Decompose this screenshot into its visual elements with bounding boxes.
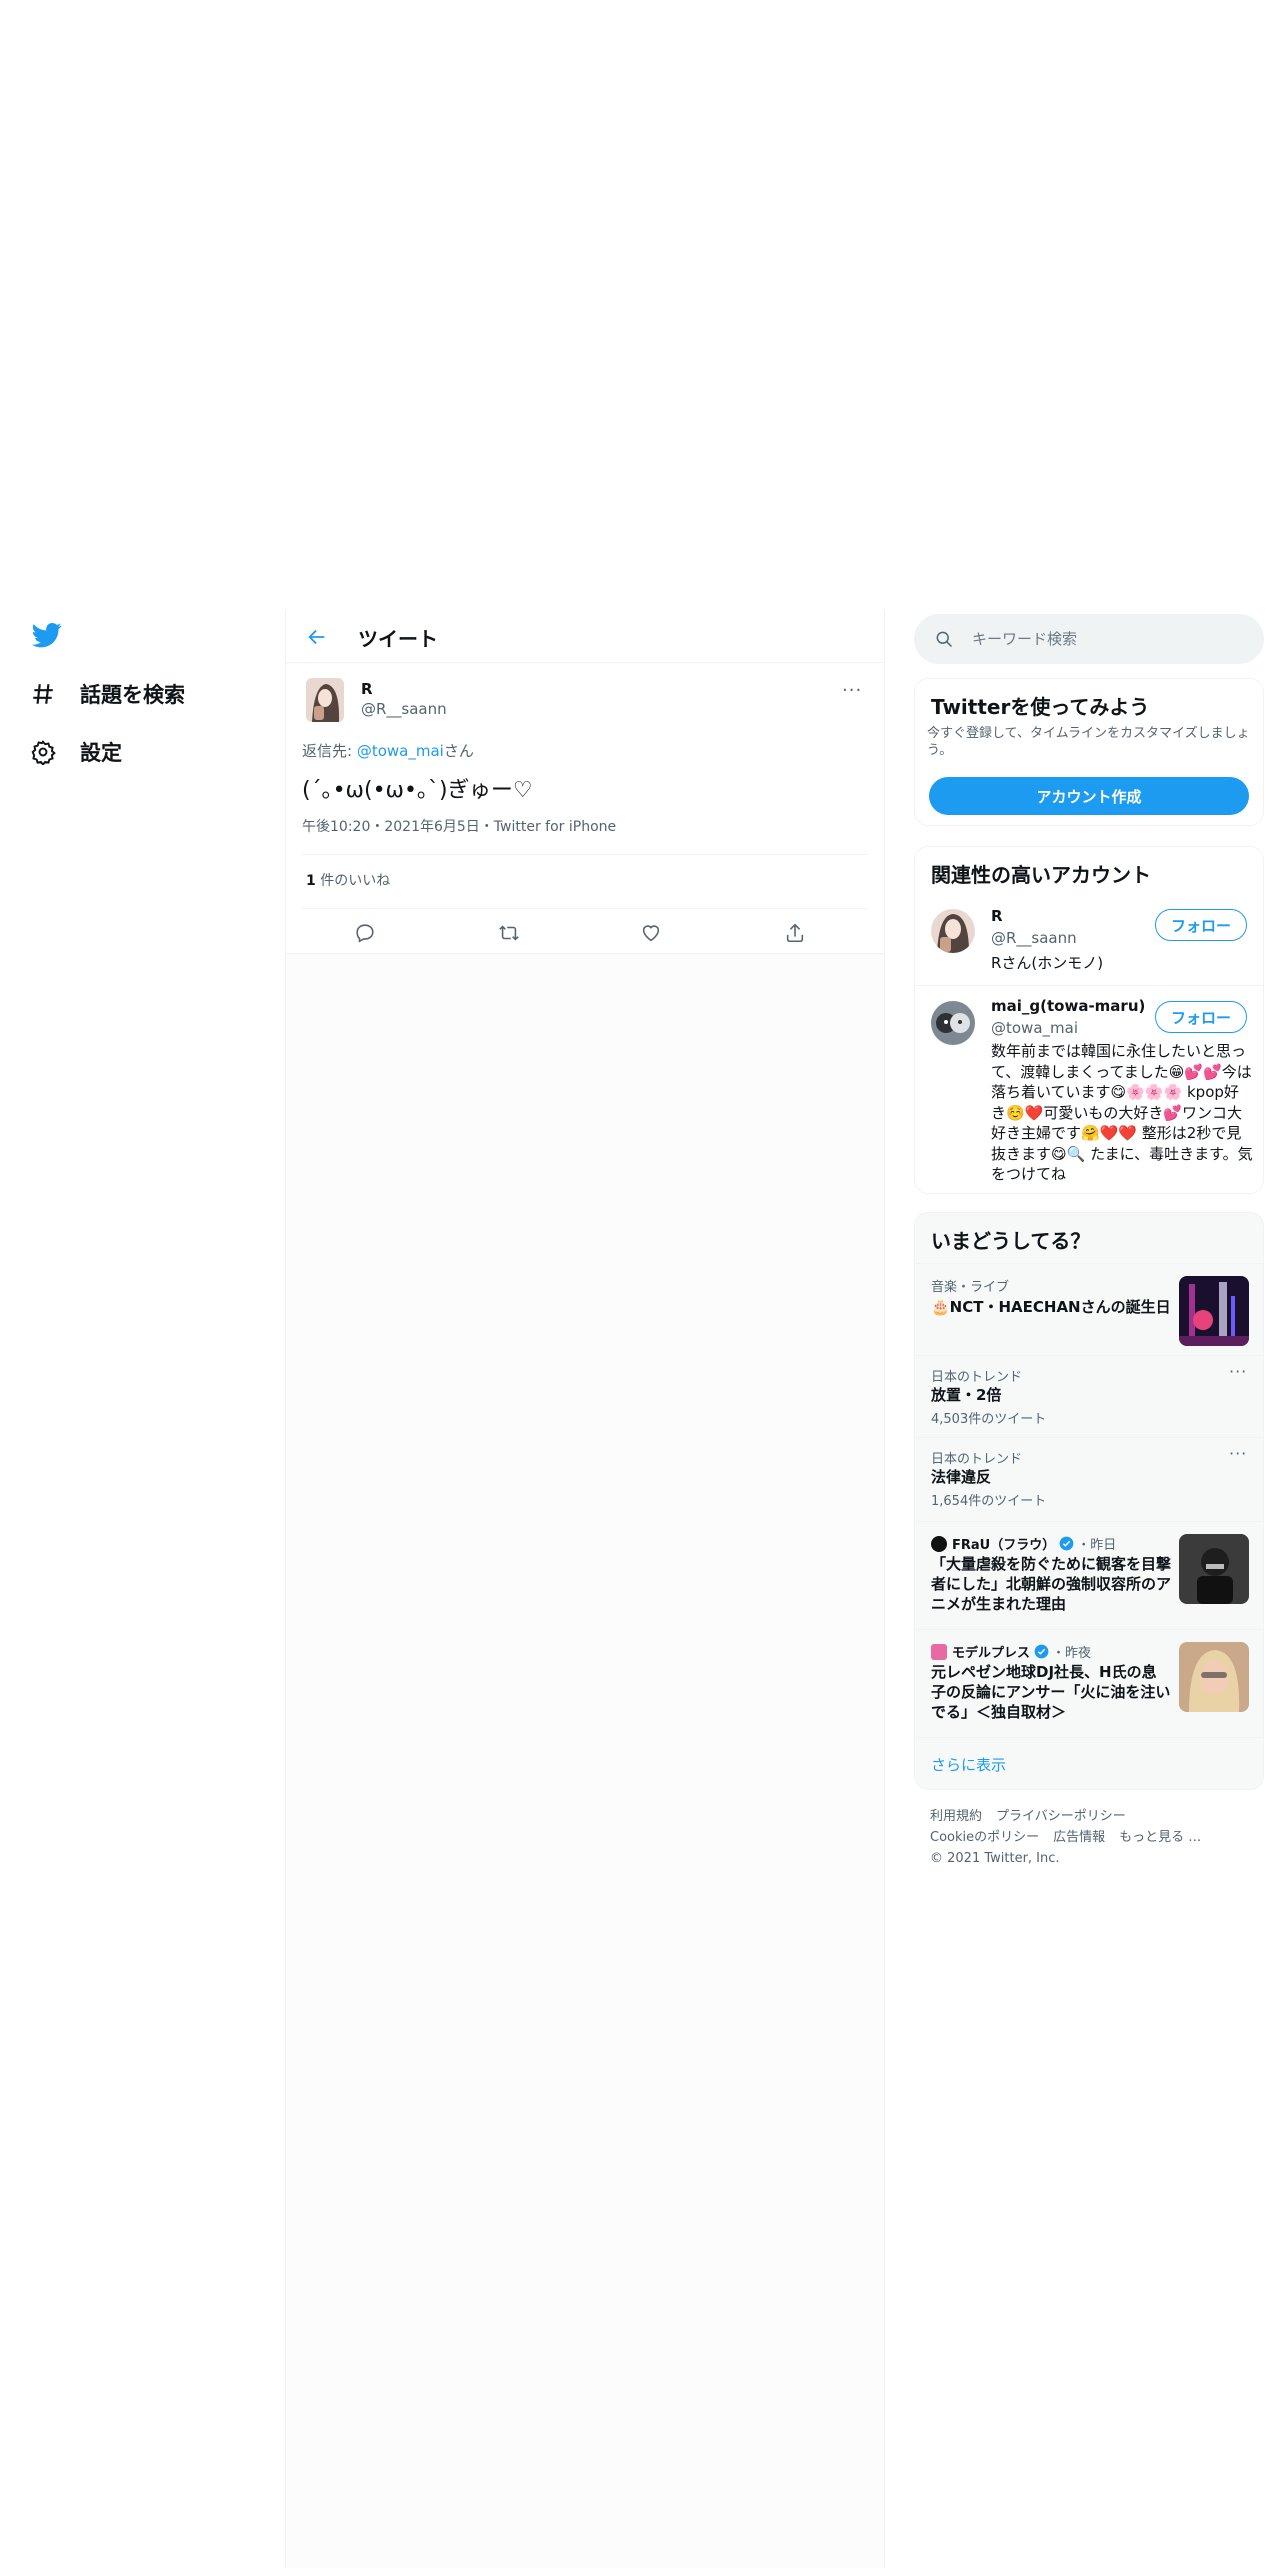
search-bar[interactable] bbox=[914, 614, 1264, 664]
trend-category: 音楽・ライブ bbox=[931, 1280, 1010, 1295]
account-handle[interactable]: @towa_mai bbox=[991, 1019, 1078, 1037]
footer-copyright: © 2021 Twitter, Inc. bbox=[930, 1851, 1060, 1866]
avatar[interactable] bbox=[931, 1001, 975, 1045]
news-image bbox=[1179, 1642, 1249, 1712]
account-item[interactable]: mai_g(towa-maru) @towa_mai 数年前までは韓国に永住した… bbox=[915, 987, 1263, 1193]
footer-link-more[interactable]: もっと見る … bbox=[1119, 1830, 1201, 1845]
source-logo-icon bbox=[931, 1535, 947, 1552]
footer-row: 利用規約 プライバシーポリシー bbox=[930, 1806, 1215, 1827]
news-image bbox=[1179, 1534, 1249, 1604]
source-name: FRaU（フラウ） bbox=[952, 1538, 1056, 1553]
retweet-icon[interactable] bbox=[496, 920, 522, 946]
footer-link-cookies[interactable]: Cookieのポリシー bbox=[930, 1830, 1039, 1845]
footer-link-terms[interactable]: 利用規約 bbox=[930, 1809, 982, 1824]
nav-explore[interactable]: 話題を検索 bbox=[30, 674, 185, 714]
twitter-logo-icon[interactable] bbox=[30, 620, 64, 650]
main-column: ツイート R @R__saann ··· 返信先: @towa_maiさん (´… bbox=[286, 610, 884, 2568]
account-name[interactable]: R bbox=[991, 907, 1003, 925]
footer-link-privacy[interactable]: プライバシーポリシー bbox=[996, 1809, 1126, 1824]
divider bbox=[915, 985, 1263, 986]
nav-settings-label: 設定 bbox=[80, 741, 122, 765]
more-options-icon[interactable]: ··· bbox=[842, 680, 862, 701]
create-account-button[interactable]: アカウント作成 bbox=[929, 777, 1249, 815]
news-item[interactable]: FRaU（フラウ） ・昨日 「大量虐殺を防ぐために観客を目撃者にした」北朝鮮の強… bbox=[915, 1521, 1263, 1629]
signup-title: Twitterを使ってみよう bbox=[931, 695, 1150, 719]
trend-item[interactable]: 日本のトレンド 法律違反 1,654件のツイート ··· bbox=[915, 1437, 1263, 1521]
search-icon bbox=[934, 629, 954, 649]
account-bio: Rさん(ホンモノ) bbox=[991, 954, 1104, 972]
news-source: FRaU（フラウ） ・昨日 bbox=[931, 1534, 1116, 1553]
like-heart-icon[interactable] bbox=[638, 920, 664, 946]
trend-item[interactable]: 日本のトレンド 放置・2倍 4,503件のツイート ··· bbox=[915, 1355, 1263, 1437]
share-icon[interactable] bbox=[782, 920, 808, 946]
reply-icon[interactable] bbox=[352, 920, 378, 946]
news-source: モデルプレス ・昨夜 bbox=[931, 1642, 1091, 1661]
trend-count: 4,503件のツイート bbox=[931, 1412, 1047, 1427]
likes-number: 1 bbox=[306, 873, 316, 889]
tweet-detail: R @R__saann ··· 返信先: @towa_maiさん (´｡•ω(•… bbox=[286, 664, 884, 954]
trends-card: いまどうしてる？ 音楽・ライブ 🎂NCT・HAECHANさんの誕生日 日本のトレ… bbox=[914, 1212, 1264, 1790]
signup-description: 今すぐ登録して、タイムラインをカスタマイズしましょう。 bbox=[927, 726, 1250, 758]
reply-suffix: さん bbox=[443, 742, 474, 760]
divider bbox=[302, 854, 868, 855]
trends-title: いまどうしてる？ bbox=[931, 1229, 1091, 1253]
account-handle[interactable]: @R__saann bbox=[991, 929, 1077, 947]
more-options-icon[interactable]: ··· bbox=[1229, 1362, 1247, 1381]
hashtag-icon bbox=[30, 681, 56, 707]
divider bbox=[302, 908, 868, 909]
trend-name: 法律違反 bbox=[931, 1468, 992, 1486]
footer-row: Cookieのポリシー 広告情報 もっと見る … bbox=[930, 1827, 1215, 1848]
page-header: ツイート bbox=[286, 610, 884, 663]
tweet-author-handle[interactable]: @R__saann bbox=[361, 700, 447, 718]
tweet-timestamp[interactable]: 午後10:20・2021年6月5日・Twitter for iPhone bbox=[302, 816, 616, 836]
news-time: ・昨日 bbox=[1077, 1538, 1117, 1553]
reply-to-link[interactable]: @towa_mai bbox=[357, 742, 444, 760]
news-headline: 「大量虐殺を防ぐために観客を目撃者にした」北朝鮮の強制収容所のアニメが生まれた理… bbox=[931, 1555, 1172, 1613]
follow-button[interactable]: フォロー bbox=[1155, 1001, 1247, 1033]
trend-item[interactable]: 音楽・ライブ 🎂NCT・HAECHANさんの誕生日 bbox=[915, 1263, 1263, 1355]
tweet-actions bbox=[286, 916, 884, 952]
nav-explore-label: 話題を検索 bbox=[80, 683, 185, 707]
trend-name: 放置・2倍 bbox=[931, 1386, 1002, 1404]
gear-icon bbox=[30, 739, 56, 765]
trend-count: 1,654件のツイート bbox=[931, 1494, 1047, 1509]
trend-name: 🎂NCT・HAECHANさんの誕生日 bbox=[931, 1298, 1171, 1316]
footer: 利用規約 プライバシーポリシー Cookieのポリシー 広告情報 もっと見る … © … bbox=[930, 1806, 1215, 1869]
account-name[interactable]: mai_g(towa-maru) bbox=[991, 997, 1145, 1015]
verified-badge-icon bbox=[1034, 1644, 1049, 1659]
trend-category: 日本のトレンド bbox=[931, 1452, 1023, 1467]
signup-card: Twitterを使ってみよう 今すぐ登録して、タイムラインをカスタマイズしましょ… bbox=[914, 678, 1264, 826]
avatar[interactable] bbox=[931, 909, 975, 953]
news-time: ・昨夜 bbox=[1052, 1646, 1092, 1661]
avatar[interactable] bbox=[306, 678, 344, 722]
news-item[interactable]: モデルプレス ・昨夜 元レペゼン地球DJ社長、H氏の息子の反論にアンサー「火に油… bbox=[915, 1629, 1263, 1737]
page-title: ツイート bbox=[358, 627, 438, 651]
show-more-link[interactable]: さらに表示 bbox=[931, 1754, 1006, 1775]
source-logo-icon bbox=[931, 1643, 947, 1660]
trend-category: 日本のトレンド bbox=[931, 1370, 1023, 1385]
likes-label: 件のいいね bbox=[315, 873, 391, 889]
more-options-icon[interactable]: ··· bbox=[1229, 1444, 1247, 1463]
trend-image bbox=[1179, 1276, 1249, 1346]
follow-button[interactable]: フォロー bbox=[1155, 909, 1247, 941]
account-bio: 数年前までは韓国に永住したいと思って、渡韓しまくってました😁💕💕今は落ち着いてい… bbox=[991, 1042, 1253, 1183]
show-more-row[interactable]: さらに表示 bbox=[915, 1737, 1263, 1789]
verified-badge-icon bbox=[1059, 1536, 1074, 1551]
reply-context: 返信先: @towa_maiさん bbox=[302, 740, 474, 761]
news-headline: 元レペゼン地球DJ社長、H氏の息子の反論にアンサー「火に油を注いでる」＜独自取材… bbox=[931, 1663, 1171, 1721]
source-name: モデルプレス bbox=[952, 1646, 1031, 1661]
related-accounts-card: 関連性の高いアカウント R @R__saann Rさん(ホンモノ) フォロー m… bbox=[914, 846, 1264, 1194]
tweet-author-name[interactable]: R bbox=[361, 680, 373, 698]
back-arrow-icon[interactable] bbox=[304, 624, 330, 650]
footer-link-ads[interactable]: 広告情報 bbox=[1053, 1830, 1105, 1845]
likes-count[interactable]: 1 件のいいね bbox=[306, 870, 390, 890]
reply-prefix: 返信先: bbox=[302, 742, 357, 760]
search-input[interactable] bbox=[972, 630, 1232, 648]
divider bbox=[884, 610, 885, 2568]
tweet-text: (´｡•ω(•ω•｡`)ぎゅー♡ bbox=[302, 778, 533, 803]
related-title: 関連性の高いアカウント bbox=[931, 863, 1151, 887]
nav-settings[interactable]: 設定 bbox=[30, 732, 122, 772]
